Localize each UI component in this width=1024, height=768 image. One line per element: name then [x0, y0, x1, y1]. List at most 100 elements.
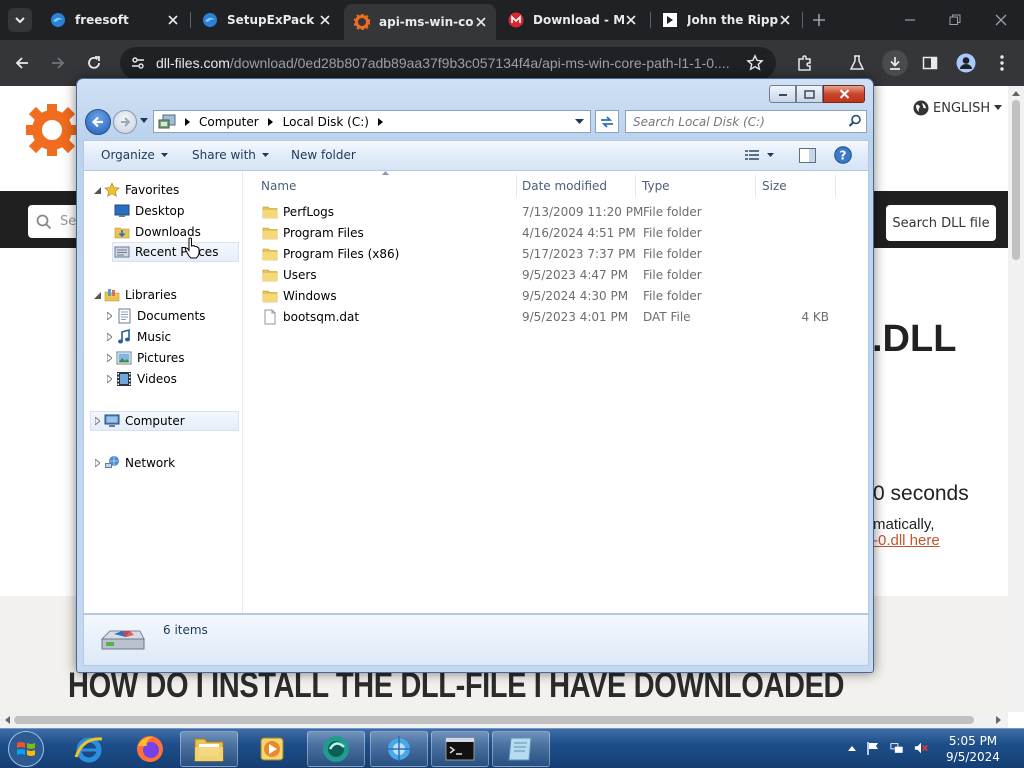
- column-divider[interactable]: [835, 175, 836, 197]
- close-icon[interactable]: [166, 13, 180, 27]
- side-panel-button[interactable]: [918, 51, 942, 75]
- taskbar-clock[interactable]: 5:05 PM 9/5/2024: [938, 733, 1008, 765]
- close-icon[interactable]: [624, 13, 638, 27]
- page-horizontal-scrollbar[interactable]: [0, 712, 1008, 728]
- taskbar-command-prompt[interactable]: [431, 731, 489, 767]
- address-history-dropdown[interactable]: [575, 119, 584, 125]
- column-header-name[interactable]: Name: [261, 179, 296, 193]
- explorer-search-box[interactable]: [625, 110, 867, 133]
- nav-libraries[interactable]: Libraries: [92, 285, 177, 305]
- close-window-button[interactable]: [989, 8, 1013, 32]
- nav-favorites[interactable]: Favorites: [92, 180, 179, 200]
- file-row-program-files[interactable]: Program Files 4/16/2024 4:51 PM File fol…: [258, 223, 858, 244]
- organize-menu[interactable]: Organize: [101, 148, 168, 162]
- expand-arrow-icon[interactable]: [92, 416, 102, 426]
- breadcrumb-separator-icon[interactable]: [376, 117, 386, 126]
- bookmark-star-icon[interactable]: [746, 54, 764, 72]
- taskbar-internet-explorer[interactable]: [60, 731, 118, 767]
- explorer-refresh-button[interactable]: [595, 110, 619, 133]
- profile-button[interactable]: [954, 51, 978, 75]
- taskbar-firefox[interactable]: [121, 731, 179, 767]
- close-icon[interactable]: [778, 13, 792, 27]
- manual-download-link[interactable]: -0.dll here: [873, 532, 940, 549]
- back-button[interactable]: [10, 51, 34, 75]
- new-folder-button[interactable]: New folder: [291, 148, 356, 162]
- tray-volume[interactable]: [914, 741, 928, 755]
- breadcrumb-separator-icon[interactable]: [182, 117, 192, 126]
- tab-download-mega[interactable]: Download - MI: [498, 4, 646, 36]
- search-icon[interactable]: [848, 114, 862, 128]
- tray-network[interactable]: [890, 741, 904, 755]
- tab-api-ms-win-core[interactable]: api-ms-win-co: [344, 4, 496, 40]
- nav-desktop[interactable]: Desktop: [114, 201, 185, 221]
- breadcrumb-separator-icon[interactable]: [266, 117, 276, 126]
- scroll-thumb[interactable]: [14, 716, 974, 724]
- nav-computer[interactable]: Computer: [90, 411, 239, 431]
- taskbar-file-explorer[interactable]: [180, 731, 238, 767]
- column-header-size[interactable]: Size: [762, 179, 787, 193]
- taskbar-app-paper[interactable]: [492, 731, 550, 767]
- start-button[interactable]: [4, 729, 48, 768]
- explorer-back-button[interactable]: [85, 109, 111, 135]
- breadcrumb-local-disk[interactable]: Local Disk (C:): [283, 115, 369, 129]
- labs-button[interactable]: [845, 51, 869, 75]
- extensions-button[interactable]: [793, 51, 817, 75]
- minimize-button[interactable]: [898, 8, 922, 32]
- expand-arrow-icon[interactable]: [104, 374, 114, 384]
- address-bar[interactable]: dll-files.com/download/0ed28b807adb89aa3…: [120, 47, 776, 79]
- reload-button[interactable]: [82, 51, 106, 75]
- share-with-menu[interactable]: Share with: [192, 148, 269, 162]
- nav-pictures[interactable]: Pictures: [104, 348, 185, 368]
- column-divider[interactable]: [635, 175, 636, 197]
- preview-pane-button[interactable]: [799, 148, 816, 163]
- forward-button[interactable]: [46, 51, 70, 75]
- page-vertical-scrollbar[interactable]: [1008, 86, 1024, 712]
- tab-john-the-ripper[interactable]: John the Rippe: [652, 4, 800, 36]
- taskbar-app-blue[interactable]: [370, 731, 428, 767]
- scroll-thumb[interactable]: [1012, 100, 1020, 260]
- change-view-button[interactable]: [745, 149, 774, 161]
- breadcrumb-computer[interactable]: Computer: [199, 115, 259, 129]
- close-icon[interactable]: [318, 13, 332, 27]
- new-tab-button[interactable]: [807, 8, 831, 32]
- expand-arrow-icon[interactable]: [92, 185, 102, 195]
- column-header-type[interactable]: Type: [642, 179, 670, 193]
- downloads-button[interactable]: [882, 50, 908, 76]
- nav-network[interactable]: Network: [92, 453, 175, 473]
- explorer-maximize-button[interactable]: [796, 85, 823, 103]
- taskbar-media-player[interactable]: [243, 731, 301, 767]
- expand-arrow-icon[interactable]: [92, 290, 102, 300]
- show-hidden-icons-button[interactable]: [845, 741, 859, 755]
- file-row-users[interactable]: Users 9/5/2023 4:47 PM File folder: [258, 265, 858, 286]
- restore-button[interactable]: [943, 8, 967, 32]
- tab-search-button[interactable]: [8, 8, 32, 32]
- expand-arrow-icon[interactable]: [104, 332, 114, 342]
- explorer-minimize-button[interactable]: [769, 85, 796, 103]
- explorer-address-bar[interactable]: Computer Local Disk (C:): [153, 110, 591, 133]
- tab-setupexpack[interactable]: SetupExPack: [192, 4, 340, 36]
- expand-arrow-icon[interactable]: [104, 311, 114, 321]
- taskbar-app-teal[interactable]: [307, 731, 365, 767]
- search-dll-button[interactable]: Search DLL file: [886, 205, 996, 241]
- column-header-date-modified[interactable]: Date modified: [522, 179, 607, 193]
- nav-videos[interactable]: Videos: [104, 369, 177, 389]
- site-info-icon[interactable]: [130, 55, 146, 71]
- chrome-menu-button[interactable]: [990, 51, 1014, 75]
- file-row-bootsqm[interactable]: bootsqm.dat 9/5/2023 4:01 PM DAT File 4 …: [258, 307, 858, 328]
- language-selector[interactable]: ENGLISH: [913, 100, 1003, 116]
- column-divider[interactable]: [755, 175, 756, 197]
- file-row-perflogs[interactable]: PerfLogs 7/13/2009 11:20 PM File folder: [258, 202, 858, 223]
- nav-documents[interactable]: Documents: [104, 306, 205, 326]
- file-row-program-files-x86[interactable]: Program Files (x86) 5/17/2023 7:37 PM Fi…: [258, 244, 858, 265]
- file-row-windows[interactable]: Windows 9/5/2024 4:30 PM File folder: [258, 286, 858, 307]
- close-icon[interactable]: [474, 15, 488, 29]
- explorer-close-button[interactable]: [823, 85, 865, 103]
- column-divider[interactable]: [516, 175, 517, 197]
- tab-freesoft[interactable]: freesoft: [40, 4, 188, 36]
- explorer-forward-button[interactable]: [113, 110, 137, 134]
- nav-recent-places[interactable]: Recent Places: [112, 242, 239, 262]
- expand-arrow-icon[interactable]: [104, 353, 114, 363]
- tray-action-center[interactable]: [866, 741, 880, 755]
- help-button[interactable]: ?: [834, 146, 852, 164]
- explorer-search-input[interactable]: [626, 111, 844, 132]
